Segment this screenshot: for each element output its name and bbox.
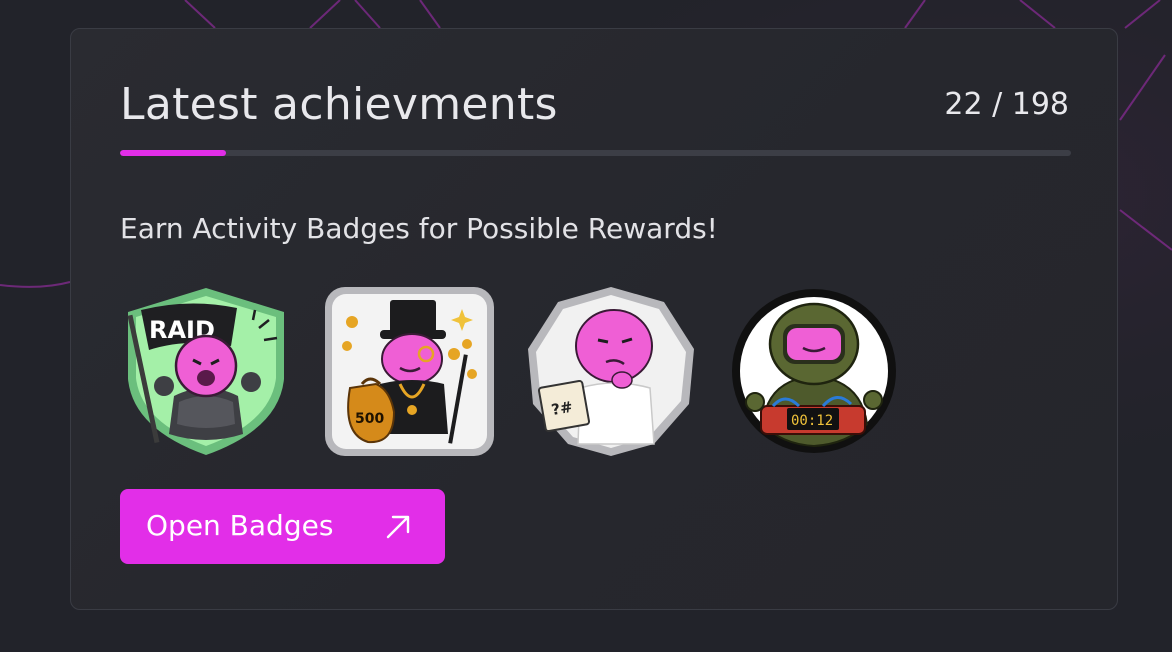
progress-bar <box>120 150 1071 156</box>
badge-list: RAID 500 ?# 00:12 <box>119 284 919 459</box>
achievement-count: 22 / 198 <box>944 87 1069 122</box>
card-subtitle: Earn Activity Badges for Possible Reward… <box>120 212 718 245</box>
open-badges-button[interactable]: Open Badges <box>120 489 445 564</box>
achievements-card: Latest achievments 22 / 198 Earn Activit… <box>70 28 1118 610</box>
raid-badge[interactable]: RAID <box>119 284 294 459</box>
thinker-paper-text: ?# <box>550 398 574 419</box>
open-badges-label: Open Badges <box>146 509 334 542</box>
arrow-up-right-icon <box>386 515 410 539</box>
progress-fill <box>120 150 226 156</box>
bomb-squad-badge[interactable]: 00:12 <box>727 284 902 459</box>
bomb-timer-text: 00:12 <box>791 413 833 429</box>
rich-badge[interactable]: 500 <box>322 284 497 459</box>
thinker-badge[interactable]: ?# <box>524 284 699 459</box>
rich-bag-text: 500 <box>355 411 384 427</box>
card-title: Latest achievments <box>120 79 558 130</box>
